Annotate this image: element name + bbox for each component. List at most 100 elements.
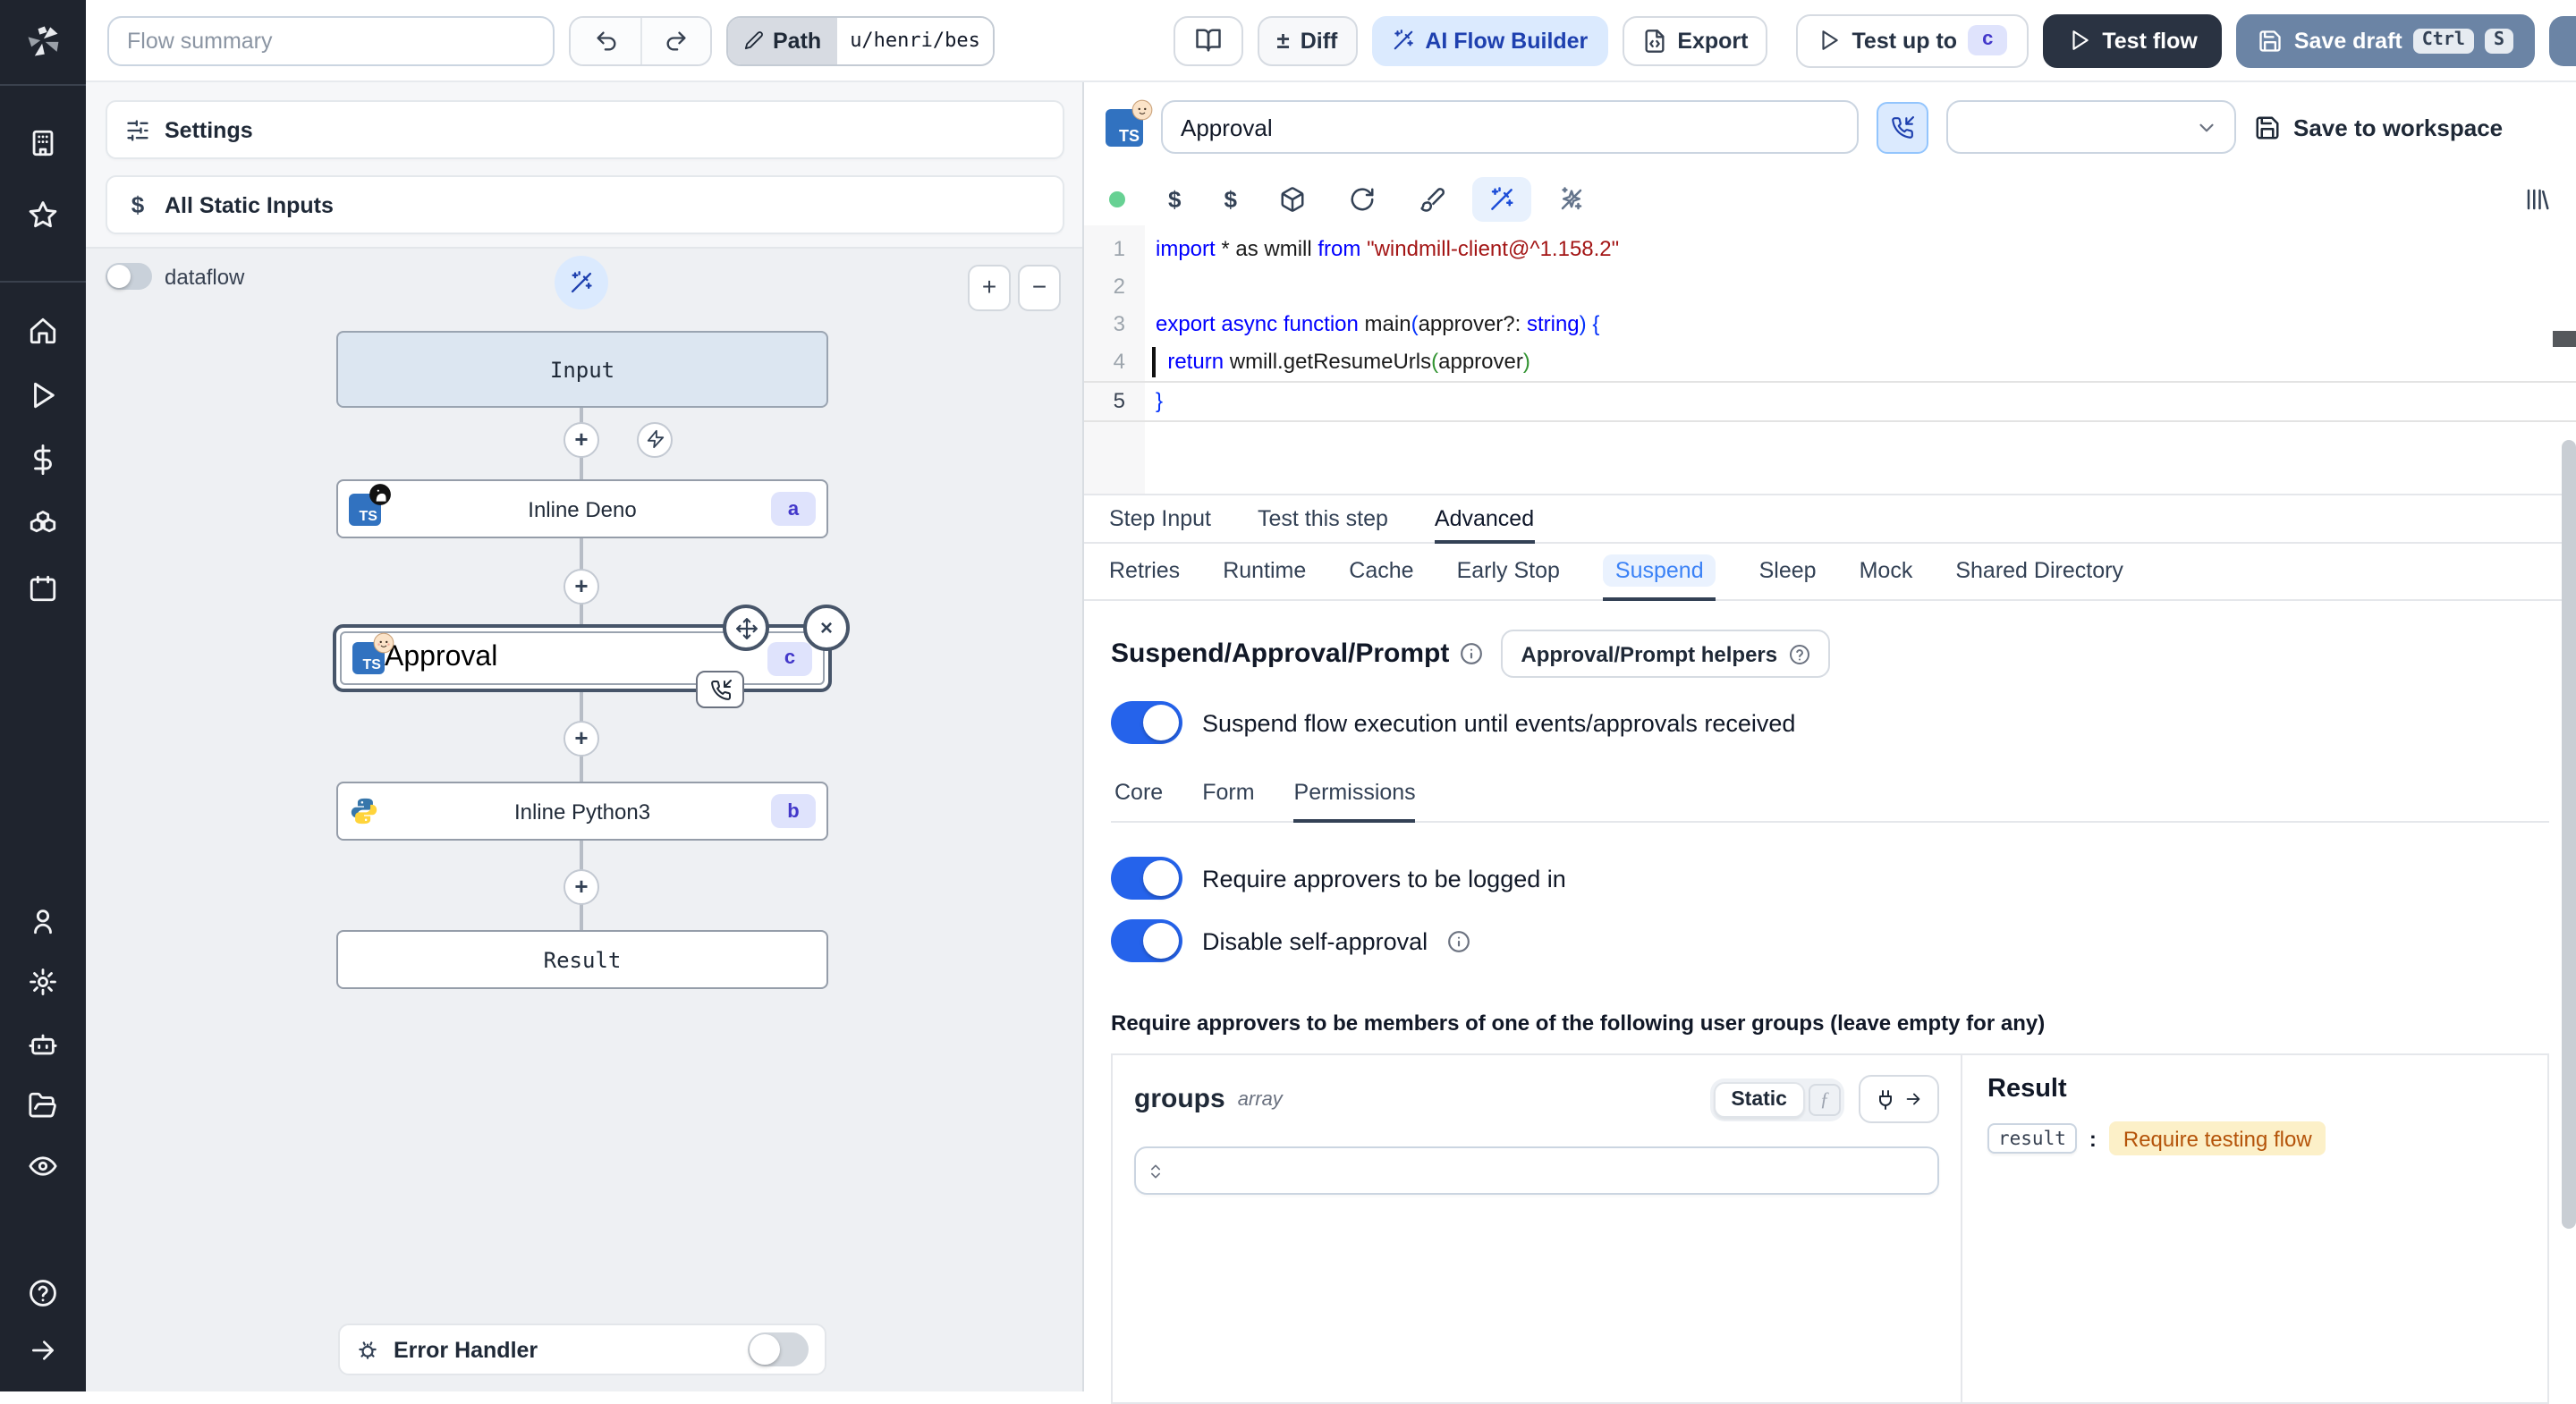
result-key-badge[interactable]: result — [1987, 1123, 2077, 1154]
sidebar-item-schedules[interactable] — [28, 573, 58, 604]
subtab-early-stop[interactable]: Early Stop — [1457, 544, 1560, 601]
approval-prompt-helpers-button[interactable]: Approval/Prompt helpers — [1501, 630, 1830, 678]
groups-array-input[interactable] — [1134, 1146, 1939, 1195]
typescript-icon: TS — [1106, 98, 1153, 146]
result-panel: Result result : Require testing flow — [1962, 1055, 2547, 1402]
error-handler-bar[interactable]: Error Handler — [338, 1324, 826, 1375]
sidebar-item-help[interactable] — [28, 1278, 58, 1308]
path-value[interactable]: u/henri/bes — [837, 17, 993, 63]
node-result[interactable]: Result — [336, 930, 828, 989]
pane-scrollbar-thumb[interactable] — [2562, 440, 2576, 1229]
sidebar-item-resources[interactable] — [28, 509, 58, 539]
insert-step-button[interactable]: + — [564, 869, 599, 905]
undo-button[interactable] — [571, 17, 640, 63]
sidebar-expand-icon[interactable] — [29, 1336, 57, 1365]
redo-button[interactable] — [640, 17, 710, 63]
variables-icon[interactable]: $ — [1168, 185, 1181, 212]
insert-step-button[interactable]: + — [564, 422, 599, 458]
suspend-flow-toggle[interactable] — [1111, 701, 1182, 744]
disable-self-approval-toggle[interactable] — [1111, 919, 1182, 962]
path-button[interactable]: Path — [728, 17, 838, 63]
sidebar-item-favorites[interactable] — [28, 199, 58, 230]
flow-summary-input[interactable] — [107, 15, 555, 65]
sidebar-item-runs[interactable] — [28, 380, 58, 410]
function-mode-button[interactable]: ƒ — [1809, 1083, 1841, 1115]
node-inline-python3[interactable]: Inline Python3 b — [336, 782, 828, 841]
format-brush-icon[interactable] — [1419, 185, 1446, 212]
code-line[interactable]: 5} — [1084, 381, 2576, 422]
code-line[interactable]: 2 — [1084, 268, 2576, 306]
insert-step-button[interactable]: + — [564, 569, 599, 605]
require-login-toggle[interactable] — [1111, 857, 1182, 900]
sidebar-item-settings[interactable] — [28, 967, 58, 997]
code-editor[interactable]: 1 import * as wmill from "windmill-client… — [1084, 225, 2576, 494]
code-line[interactable]: 3 export async function main(approver?: s… — [1084, 306, 2576, 343]
ai-step-wand-button[interactable] — [555, 256, 608, 309]
tab-test-this-step[interactable]: Test this step — [1258, 495, 1388, 544]
sidebar-item-workspace[interactable] — [28, 128, 58, 158]
flow-settings-button[interactable]: Settings — [106, 100, 1064, 159]
deploy-button-partial[interactable] — [2549, 15, 2576, 65]
library-icon[interactable] — [2524, 185, 2551, 212]
dataflow-toggle[interactable] — [106, 263, 152, 290]
subtab-shared-directory[interactable]: Shared Directory — [1955, 544, 2123, 601]
trigger-button[interactable] — [637, 422, 673, 458]
test-up-to-button[interactable]: Test up to c — [1796, 13, 2029, 67]
info-icon[interactable] — [1447, 929, 1470, 952]
export-button[interactable]: Export — [1622, 15, 1768, 65]
sidebar-item-audit-logs[interactable] — [28, 1151, 58, 1181]
editor-toolbar: $ $ — [1084, 172, 2576, 225]
error-handler-toggle[interactable] — [748, 1332, 809, 1366]
zoom-in-button[interactable]: + — [968, 265, 1011, 311]
static-mode-button[interactable]: Static — [1713, 1081, 1805, 1117]
sidebar-item-users[interactable] — [28, 906, 58, 936]
sidebar-item-variables[interactable] — [28, 444, 58, 475]
static-function-segmented: Static ƒ — [1709, 1078, 1844, 1121]
code-line[interactable]: 4 return wmill.getResumeUrls(approver) — [1084, 343, 2576, 381]
subtab-runtime[interactable]: Runtime — [1223, 544, 1306, 601]
lang-status-dot — [1109, 190, 1125, 207]
sidebar-item-workers[interactable] — [28, 1029, 58, 1060]
diff-button[interactable]: ± Diff — [1257, 15, 1358, 65]
sidebar-item-folders[interactable] — [28, 1090, 58, 1121]
tab-advanced[interactable]: Advanced — [1434, 495, 1535, 544]
step-name-input[interactable] — [1161, 100, 1859, 154]
code-line[interactable]: 1 import * as wmill from "windmill-client… — [1084, 231, 2576, 268]
node-inline-deno[interactable]: TS Inline Deno a — [336, 479, 828, 538]
docs-button[interactable] — [1173, 15, 1243, 65]
reload-icon[interactable] — [1350, 185, 1377, 212]
all-static-inputs-button[interactable]: $ All Static Inputs — [106, 175, 1064, 234]
tab-core[interactable]: Core — [1114, 769, 1163, 823]
path-control[interactable]: Path u/henri/bes — [726, 15, 995, 65]
suspend-phone-indicator[interactable] — [1877, 101, 1928, 153]
sidebar-item-home[interactable] — [28, 316, 58, 346]
diff-icon: ± — [1276, 27, 1290, 54]
ai-assistant-wand-button[interactable] — [1472, 176, 1532, 221]
tab-form[interactable]: Form — [1202, 769, 1254, 823]
windmill-logo-icon[interactable] — [23, 21, 63, 61]
resources-icon[interactable]: $ — [1224, 185, 1236, 212]
subtab-suspend[interactable]: Suspend — [1602, 544, 1716, 601]
subtab-cache[interactable]: Cache — [1349, 544, 1413, 601]
save-to-workspace-button[interactable]: Save to workspace — [2254, 114, 2503, 140]
insert-step-button[interactable]: + — [564, 721, 599, 757]
ai-gen-off-icon[interactable] — [1559, 185, 1586, 212]
test-flow-button[interactable]: Test flow — [2043, 13, 2223, 67]
editor-scrollbar-thumb[interactable] — [2553, 331, 2576, 347]
advanced-subtabs: Retries Runtime Cache Early Stop Suspend… — [1084, 544, 2576, 601]
delete-node-button[interactable]: × — [803, 605, 850, 651]
subtab-retries[interactable]: Retries — [1109, 544, 1180, 601]
package-icon[interactable] — [1280, 185, 1307, 212]
language-select[interactable] — [1946, 100, 2236, 154]
ai-flow-builder-button[interactable]: AI Flow Builder — [1371, 15, 1608, 65]
subtab-mock[interactable]: Mock — [1860, 544, 1913, 601]
connect-input-button[interactable] — [1859, 1075, 1939, 1123]
zoom-out-button[interactable]: − — [1018, 265, 1061, 311]
save-draft-button[interactable]: Save draft Ctrl S — [2236, 13, 2535, 67]
move-node-handle[interactable] — [723, 605, 769, 651]
info-icon[interactable] — [1460, 642, 1483, 665]
tab-step-input[interactable]: Step Input — [1109, 495, 1211, 544]
subtab-sleep[interactable]: Sleep — [1759, 544, 1817, 601]
node-input[interactable]: Input — [336, 331, 828, 408]
tab-permissions[interactable]: Permissions — [1293, 769, 1416, 823]
